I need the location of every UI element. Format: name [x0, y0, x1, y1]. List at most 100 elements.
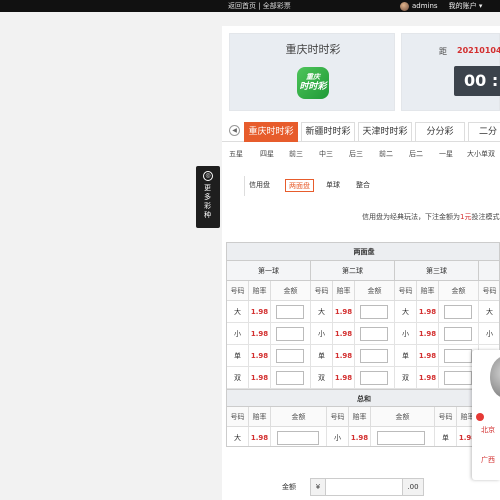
- row-label: 小: [327, 427, 349, 446]
- currency-symbol: ¥: [310, 478, 326, 496]
- bet-table-title: 两面盘: [227, 243, 499, 261]
- row-odds: 1.98: [333, 323, 355, 345]
- mode-integrated[interactable]: 整合: [353, 179, 373, 192]
- mode-two-sides[interactable]: 两面盘: [285, 179, 314, 192]
- support-avatar[interactable]: [490, 356, 500, 398]
- amount-row: 金额 ¥ .00: [282, 478, 424, 496]
- row-odds: 1.98: [417, 301, 439, 323]
- username[interactable]: admins: [412, 2, 438, 10]
- sum-section-title: 总和: [227, 389, 499, 407]
- top-links[interactable]: 返回首页 | 全部彩票: [228, 1, 291, 11]
- amount-input[interactable]: [444, 371, 472, 385]
- subtab-4star[interactable]: 四星: [260, 149, 274, 159]
- amount-input[interactable]: [276, 327, 304, 341]
- row-odds: 1.98: [249, 345, 271, 367]
- ball-2-title: 第二球: [311, 261, 395, 281]
- chat-location-1: 北京: [481, 426, 495, 434]
- note-text-end: 投注模式。: [471, 213, 500, 221]
- tab-2fc[interactable]: 二分: [468, 122, 500, 142]
- lottery-title: 重庆时时彩: [285, 43, 341, 56]
- amount-input[interactable]: [360, 305, 388, 319]
- play-subtabs: 五星 四星 前三 中三 后三 前二 后二 一星 大小单双: [222, 146, 500, 162]
- mode-divider: [244, 176, 245, 196]
- row-odds: 1.98: [417, 367, 439, 389]
- amount-input[interactable]: [377, 431, 425, 445]
- mode-single-ball[interactable]: 单球: [323, 179, 343, 192]
- row-label: 大: [479, 301, 499, 323]
- total-amount-input[interactable]: [326, 478, 402, 496]
- row-label: 小: [395, 323, 417, 345]
- prev-arrow-icon[interactable]: ◀: [229, 125, 240, 136]
- col-header: 号码: [227, 407, 249, 427]
- row-label: 双: [311, 367, 333, 389]
- col-header: 号码: [227, 281, 249, 301]
- amount-input[interactable]: [277, 431, 319, 445]
- mode-label: 信用盘: [249, 181, 270, 189]
- subtab-bsoe[interactable]: 大小单双: [467, 149, 495, 159]
- subtab-back3[interactable]: 后三: [349, 149, 363, 159]
- amount-input[interactable]: [360, 327, 388, 341]
- mode-selector: 信用盘 两面盘 单球 整合: [222, 176, 500, 196]
- countdown-timer: 00 :: [454, 66, 500, 96]
- logo-small-text: 重庆: [306, 73, 320, 81]
- row-label: 单: [435, 427, 457, 446]
- lottery-tabs: ◀ 重庆时时彩 新疆时时彩 天津时时彩 分分彩 二分: [222, 120, 500, 142]
- subtab-mid3[interactable]: 中三: [319, 149, 333, 159]
- col-header: 号码: [311, 281, 333, 301]
- ball-3-title: 第三球: [395, 261, 479, 281]
- lottery-logo: 重庆 时时彩: [297, 67, 329, 99]
- tab-xjssc[interactable]: 新疆时时彩: [301, 122, 355, 142]
- chat-widget[interactable]: 北京 广西: [472, 350, 500, 480]
- subtab-1star[interactable]: 一星: [439, 149, 453, 159]
- amount-input[interactable]: [276, 349, 304, 363]
- col-header: 号码: [327, 407, 349, 427]
- timer-card: 距 20210104 00 :: [401, 33, 500, 111]
- subtab-front2[interactable]: 前二: [379, 149, 393, 159]
- col-header: 号码: [395, 281, 417, 301]
- ball-1-title: 第一球: [227, 261, 311, 281]
- row-odds: 1.98: [333, 367, 355, 389]
- col-header: 金额: [271, 281, 311, 301]
- my-account-menu[interactable]: 我的账户 ▾: [449, 1, 483, 11]
- col-header: 号码: [435, 407, 457, 427]
- subtab-back2[interactable]: 后二: [409, 149, 423, 159]
- amount-input[interactable]: [276, 371, 304, 385]
- row-odds: 1.98: [349, 427, 371, 446]
- amount-input[interactable]: [276, 305, 304, 319]
- col-header: 赔率: [349, 407, 371, 427]
- row-odds: 1.98: [249, 301, 271, 323]
- more-lotteries-button[interactable]: ◎ 更多彩种: [196, 166, 220, 228]
- subtab-front3[interactable]: 前三: [289, 149, 303, 159]
- lottery-card: 重庆时时彩 重庆 时时彩: [229, 33, 395, 111]
- row-odds: 1.98: [417, 345, 439, 367]
- row-label: 双: [227, 367, 249, 389]
- amount-input[interactable]: [444, 349, 472, 363]
- row-label: 大: [227, 427, 249, 446]
- row-odds: 1.98: [333, 301, 355, 323]
- tab-tjssc[interactable]: 天津时时彩: [358, 122, 412, 142]
- note-highlight: 1元: [460, 213, 472, 221]
- user-area[interactable]: admins 我的账户 ▾: [400, 0, 482, 12]
- row-label: 小: [227, 323, 249, 345]
- col-header: 赔率: [249, 407, 271, 427]
- row-odds: 1.98: [249, 367, 271, 389]
- row-odds: 1.98: [249, 427, 271, 446]
- tab-cqssc[interactable]: 重庆时时彩: [244, 122, 298, 142]
- col-header: 赔率: [417, 281, 439, 301]
- avatar[interactable]: [400, 1, 409, 11]
- amount-input[interactable]: [360, 349, 388, 363]
- amount-input[interactable]: [444, 327, 472, 341]
- tab-ffc[interactable]: 分分彩: [415, 122, 465, 142]
- row-label: 单: [311, 345, 333, 367]
- col-header: 赔率: [333, 281, 355, 301]
- row-label: 大: [311, 301, 333, 323]
- logo-big-text: 时时彩: [299, 82, 327, 92]
- bet-table: 两面盘 第一球 第二球 第三球 号码 赔率 金额 号码 赔率 金额 号码 赔率 …: [226, 242, 500, 447]
- amount-input[interactable]: [444, 305, 472, 319]
- notification-dot-icon: [476, 413, 484, 421]
- ball-4-title: [479, 261, 499, 281]
- amount-input[interactable]: [360, 371, 388, 385]
- amount-label: 金额: [282, 483, 296, 491]
- issue-number: 20210104: [457, 46, 500, 55]
- subtab-5star[interactable]: 五星: [229, 149, 243, 159]
